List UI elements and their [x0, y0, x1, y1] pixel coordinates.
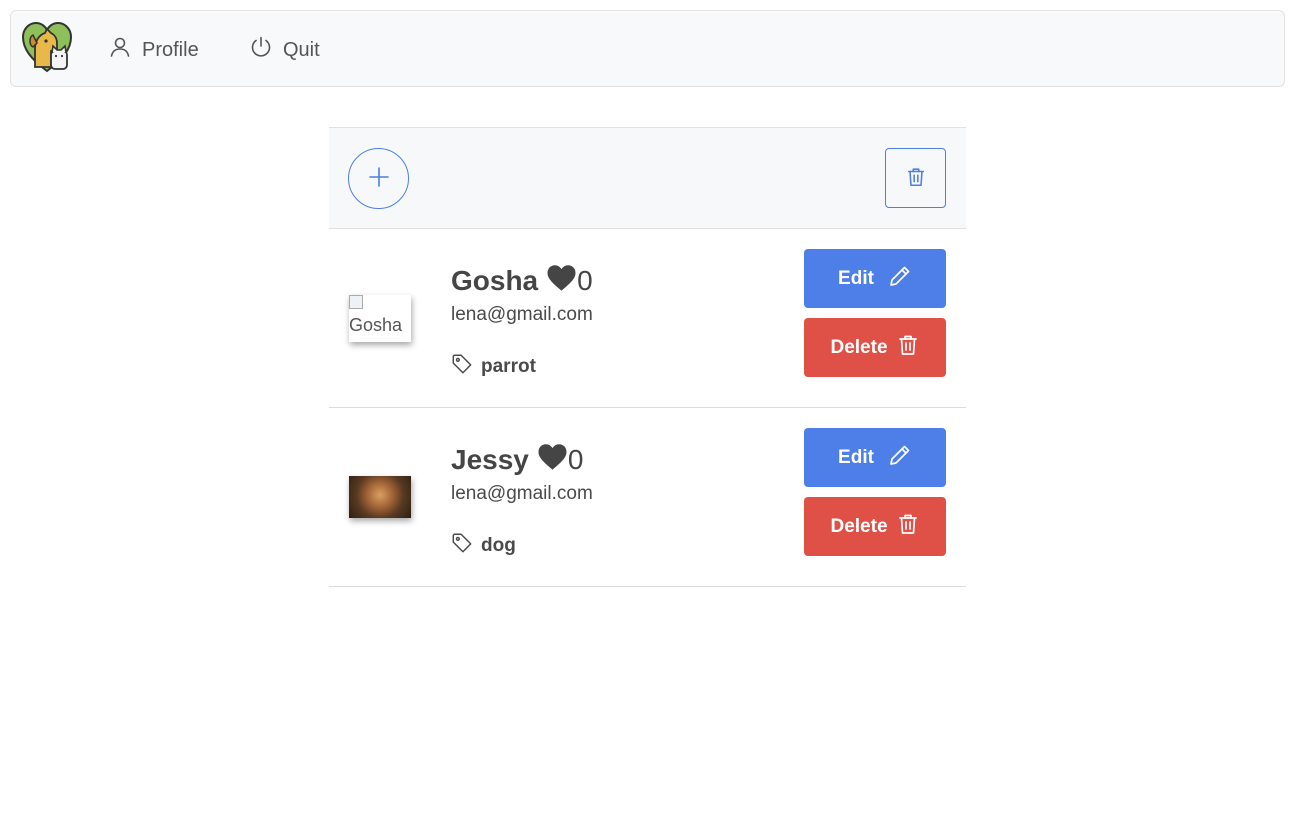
- likes-count: 0: [577, 265, 593, 296]
- add-pet-button[interactable]: [348, 148, 409, 209]
- pet-name-line: Jessy 0: [451, 442, 583, 478]
- trash-icon: [896, 333, 920, 363]
- tag-icon: [451, 532, 473, 560]
- edit-button-label: Edit: [838, 267, 874, 289]
- pet-name: Jessy: [451, 444, 529, 475]
- pet-name-line: Gosha 0: [451, 263, 593, 299]
- pet-row: Jessy 0 lena@gmail.com dog Edit Delete: [329, 408, 966, 587]
- edit-button[interactable]: Edit: [804, 249, 946, 308]
- nav-quit-link[interactable]: Quit: [249, 35, 320, 65]
- pets-panel: Gosha Gosha 0 lena@gmail.com parrot Edit: [329, 127, 966, 587]
- pet-row: Gosha Gosha 0 lena@gmail.com parrot Edit: [329, 229, 966, 408]
- owner-email: lena@gmail.com: [451, 483, 593, 504]
- power-icon: [249, 35, 273, 65]
- pet-name: Gosha: [451, 265, 539, 296]
- navbar: Profile Quit: [10, 10, 1285, 87]
- pets-logo-icon[interactable]: [21, 21, 73, 73]
- pencil-icon: [888, 264, 912, 294]
- trash-icon: [905, 166, 927, 191]
- pet-image: Gosha: [349, 295, 411, 342]
- delete-button[interactable]: Delete: [804, 318, 946, 377]
- pet-image-alt: Gosha: [349, 315, 403, 335]
- owner-email: lena@gmail.com: [451, 304, 593, 325]
- edit-button[interactable]: Edit: [804, 428, 946, 487]
- nav-profile-link[interactable]: Profile: [108, 37, 199, 63]
- plus-icon: [367, 165, 391, 192]
- edit-button-label: Edit: [838, 446, 874, 468]
- pet-tag-label: parrot: [481, 356, 536, 377]
- user-icon: [108, 35, 132, 65]
- nav-quit-label: Quit: [283, 38, 320, 61]
- delete-button-label: Delete: [830, 336, 888, 358]
- heart-icon[interactable]: [529, 443, 568, 478]
- trash-icon: [896, 512, 920, 542]
- delete-button[interactable]: Delete: [804, 497, 946, 556]
- tag-icon: [451, 353, 473, 381]
- delete-all-button[interactable]: [885, 148, 946, 208]
- broken-image-icon: [349, 295, 363, 309]
- pet-tag: dog: [451, 532, 516, 560]
- pencil-icon: [888, 443, 912, 473]
- pet-tag: parrot: [451, 353, 536, 381]
- likes-count: 0: [567, 444, 584, 475]
- delete-button-label: Delete: [830, 515, 888, 537]
- heart-icon[interactable]: [538, 264, 577, 299]
- nav-profile-label: Profile: [142, 38, 199, 61]
- pet-tag-label: dog: [481, 535, 516, 556]
- pet-image: [349, 476, 411, 518]
- pets-toolbar: [329, 127, 966, 229]
